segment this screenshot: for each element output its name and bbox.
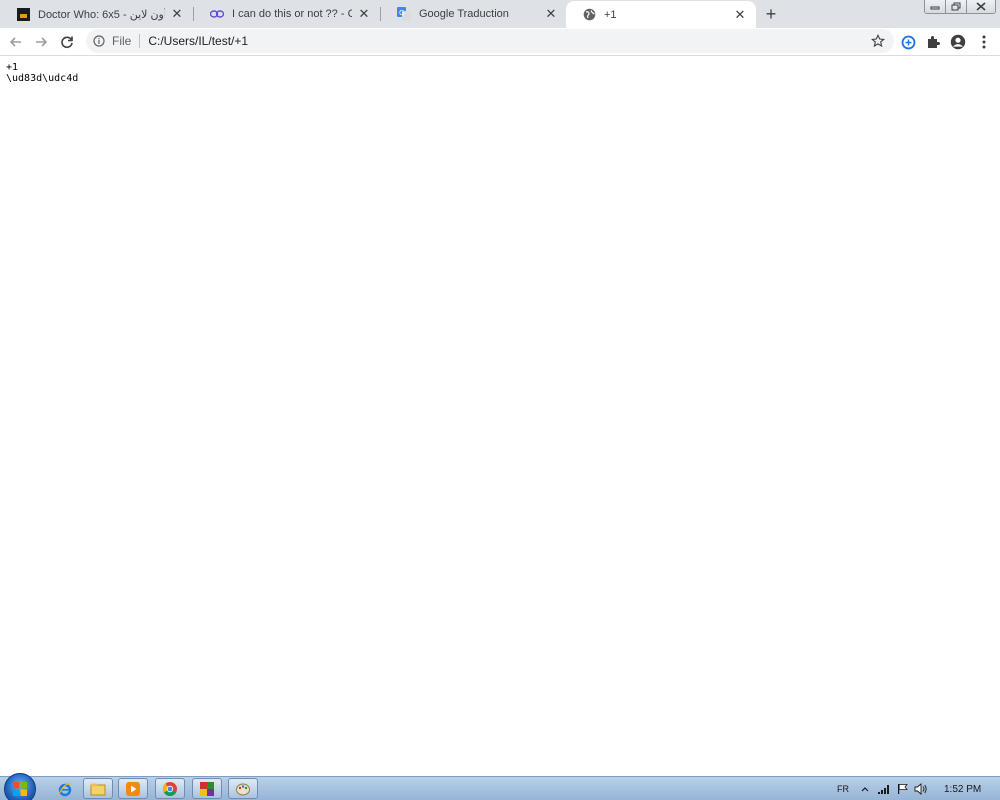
google-translate-favicon: G bbox=[397, 7, 411, 21]
tab-google-traduction[interactable]: G Google Traduction ✕ bbox=[381, 2, 567, 26]
network-status[interactable] bbox=[878, 777, 890, 800]
tab-doctor-who[interactable]: Doctor Who: 6x5 - مترجمة أون لاين ✕ bbox=[0, 2, 193, 26]
tab-title: Doctor Who: 6x5 - مترجمة أون لاين bbox=[38, 8, 165, 21]
taskbar-app[interactable] bbox=[192, 778, 222, 799]
taskbar-internet-explorer[interactable] bbox=[50, 778, 80, 799]
browser-window: Doctor Who: 6x5 - مترجمة أون لاين ✕ I ca… bbox=[0, 0, 1000, 800]
language-indicator[interactable]: FR bbox=[837, 777, 849, 800]
omnibox-divider bbox=[139, 34, 141, 48]
close-icon[interactable]: ✕ bbox=[356, 6, 372, 22]
text-line: \ud83d\udc4d bbox=[6, 73, 79, 84]
start-button[interactable] bbox=[4, 773, 36, 800]
minimize-button[interactable] bbox=[924, 0, 946, 14]
volume-control[interactable] bbox=[914, 777, 928, 800]
translate-extension-button[interactable] bbox=[897, 31, 919, 53]
tab-title: +1 bbox=[604, 8, 617, 21]
globe-icon bbox=[582, 8, 596, 22]
taskbar-media-player[interactable] bbox=[118, 778, 148, 799]
minimize-icon bbox=[930, 6, 940, 9]
text-line: +1 bbox=[6, 62, 19, 73]
speaker-icon bbox=[914, 783, 927, 795]
back-button[interactable] bbox=[5, 31, 27, 53]
menu-button[interactable] bbox=[973, 31, 995, 53]
new-tab-button[interactable]: + bbox=[760, 3, 782, 25]
url-scheme-label: File bbox=[112, 34, 132, 48]
address-bar[interactable]: File C:/Users/IL/test/+1 bbox=[86, 29, 894, 53]
restore-button[interactable] bbox=[945, 0, 967, 14]
close-icon[interactable]: ✕ bbox=[732, 7, 748, 23]
puzzle-icon bbox=[928, 36, 940, 48]
tab-title: I can do this or not ?? - C++ Forum bbox=[232, 8, 352, 20]
translate-extension-icon bbox=[901, 35, 915, 49]
internet-explorer-icon bbox=[58, 782, 72, 796]
reload-button[interactable] bbox=[56, 31, 78, 53]
network-signal-icon bbox=[878, 785, 889, 794]
page-content: +1 \ud83d\udc4d bbox=[0, 56, 1000, 776]
extensions-button[interactable] bbox=[922, 31, 944, 53]
tab-plus-one[interactable]: +1 ✕ bbox=[566, 1, 756, 28]
tab-cpp-forum[interactable]: I can do this or not ?? - C++ Forum ✕ bbox=[194, 2, 380, 26]
info-icon[interactable] bbox=[92, 34, 106, 48]
kebab-menu-icon bbox=[982, 35, 986, 49]
close-window-button[interactable] bbox=[966, 0, 996, 14]
forward-button[interactable] bbox=[30, 31, 52, 53]
show-hidden-icons-button[interactable] bbox=[861, 777, 869, 800]
tab-strip: Doctor Who: 6x5 - مترجمة أون لاين ✕ I ca… bbox=[0, 0, 1000, 28]
svg-text:G: G bbox=[399, 9, 404, 17]
profile-button[interactable] bbox=[947, 31, 969, 53]
clock[interactable]: 1:52 PM bbox=[944, 777, 981, 800]
taskbar-chrome[interactable] bbox=[155, 778, 185, 799]
folder-icon bbox=[90, 783, 106, 795]
media-player-icon bbox=[126, 781, 140, 796]
forum-favicon bbox=[210, 7, 224, 21]
account-icon bbox=[950, 34, 966, 50]
chevron-up-icon bbox=[861, 787, 869, 792]
chrome-icon bbox=[163, 781, 177, 796]
paint-palette-icon bbox=[236, 783, 250, 795]
dark-site-favicon bbox=[16, 7, 30, 21]
taskbar-file-explorer[interactable] bbox=[83, 778, 113, 799]
restore-icon bbox=[951, 2, 961, 11]
arrow-right-icon bbox=[36, 37, 48, 47]
close-icon[interactable]: ✕ bbox=[169, 6, 185, 22]
url-text[interactable]: C:/Users/IL/test/+1 bbox=[148, 34, 248, 48]
bookmark-star-icon[interactable] bbox=[870, 33, 886, 49]
tab-title: Google Traduction bbox=[419, 8, 509, 20]
windows-logo-icon bbox=[13, 782, 27, 796]
colored-blocks-icon bbox=[200, 781, 214, 796]
action-center[interactable] bbox=[897, 777, 909, 800]
close-icon[interactable]: ✕ bbox=[543, 6, 559, 22]
flag-icon bbox=[898, 784, 908, 794]
arrow-left-icon bbox=[9, 37, 21, 47]
reload-icon bbox=[61, 36, 73, 49]
browser-toolbar: File C:/Users/IL/test/+1 bbox=[0, 28, 1000, 56]
taskbar: FR 1:52 PM bbox=[0, 773, 1000, 800]
close-window-icon bbox=[976, 2, 986, 11]
taskbar-paint[interactable] bbox=[228, 778, 258, 799]
